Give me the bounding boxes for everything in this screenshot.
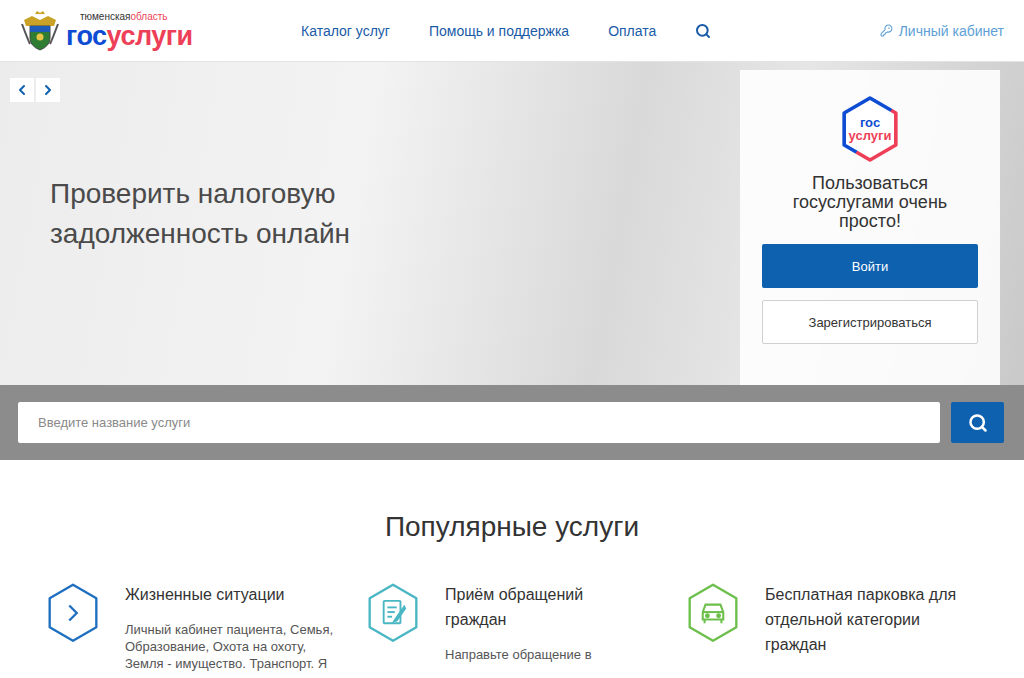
chevron-right-icon (40, 82, 56, 98)
search-input[interactable] (18, 402, 940, 443)
popular-services: Популярные услуги Жизненные ситуации Личны… (0, 460, 1024, 678)
main-nav: Каталог услуг Помощь и поддержка Оплата (301, 23, 880, 39)
search-icon (968, 413, 988, 433)
hero-left: Проверить налоговую задолженность онлайн (0, 62, 390, 385)
document-icon (365, 582, 421, 644)
next-button[interactable] (36, 78, 60, 102)
prev-button[interactable] (10, 78, 34, 102)
service-title: Приём обращений граждан (445, 582, 620, 632)
service-title: Жизненные ситуации (125, 582, 340, 607)
search-bar (0, 385, 1024, 460)
service-description: Направьте обращение в (445, 646, 655, 663)
section-title: Популярные услуги (45, 510, 979, 544)
service-card[interactable]: Приём обращений граждан Направьте обращен… (365, 582, 685, 672)
account-link[interactable]: Личный кабинет (880, 23, 1004, 39)
panel-text: Пользоваться госуслугами очень просто! (770, 174, 970, 231)
chevron-left-icon (14, 82, 30, 98)
nav-link[interactable]: Помощь и поддержка (429, 23, 569, 39)
gosuslugi-logo: госуслуги (839, 94, 901, 164)
hero-headline: Проверить налоговую задолженность онлайн (50, 174, 390, 254)
service-body: Приём обращений гражданНаправьте обращен… (445, 582, 620, 663)
service-description: Личный кабинет пациента, Семья, Образова… (125, 621, 335, 672)
key-icon (880, 24, 893, 37)
chevron-icon (45, 582, 101, 644)
carousel-arrows (10, 78, 390, 102)
nav-link[interactable]: Каталог услуг (301, 23, 390, 39)
service-card[interactable]: Жизненные ситуации Личный кабинет пациент… (45, 582, 365, 672)
service-body: Жизненные ситуации Личный кабинет пациент… (125, 582, 340, 672)
car-icon (685, 582, 741, 644)
header: тюменскаяобластьгосуслуги Каталог услуг По… (0, 0, 1024, 62)
hero-banner: Проверить налоговую задолженность онлайн… (0, 62, 1024, 385)
logo[interactable]: тюменскаяобластьгосуслуги (20, 10, 301, 52)
search-button[interactable] (951, 402, 1004, 443)
service-card[interactable]: Бесплатная парковка для отдельной катего… (685, 582, 1005, 672)
logo-text: тюменскаяобластьгосуслуги (66, 12, 193, 50)
region-label: тюменскаяобласть (66, 12, 193, 22)
service-title: Бесплатная парковка для отдельной катего… (765, 582, 980, 657)
register-button[interactable]: Зарегистрироваться (762, 300, 978, 344)
nav-link[interactable]: Оплата (608, 23, 656, 39)
search-icon[interactable] (695, 23, 711, 39)
login-panel: госуслуги Пользоваться госуслугами очень … (740, 70, 1000, 385)
service-body: Бесплатная парковка для отдельной катего… (765, 582, 980, 657)
login-button[interactable]: Войти (762, 244, 978, 288)
page: тюменскаяобластьгосуслугиКаталог услугПо… (0, 0, 1024, 678)
service-list: Жизненные ситуации Личный кабинет пациент… (45, 582, 1024, 672)
logo-word: госуслуги (66, 23, 193, 50)
coat-of-arms-icon (20, 10, 60, 52)
